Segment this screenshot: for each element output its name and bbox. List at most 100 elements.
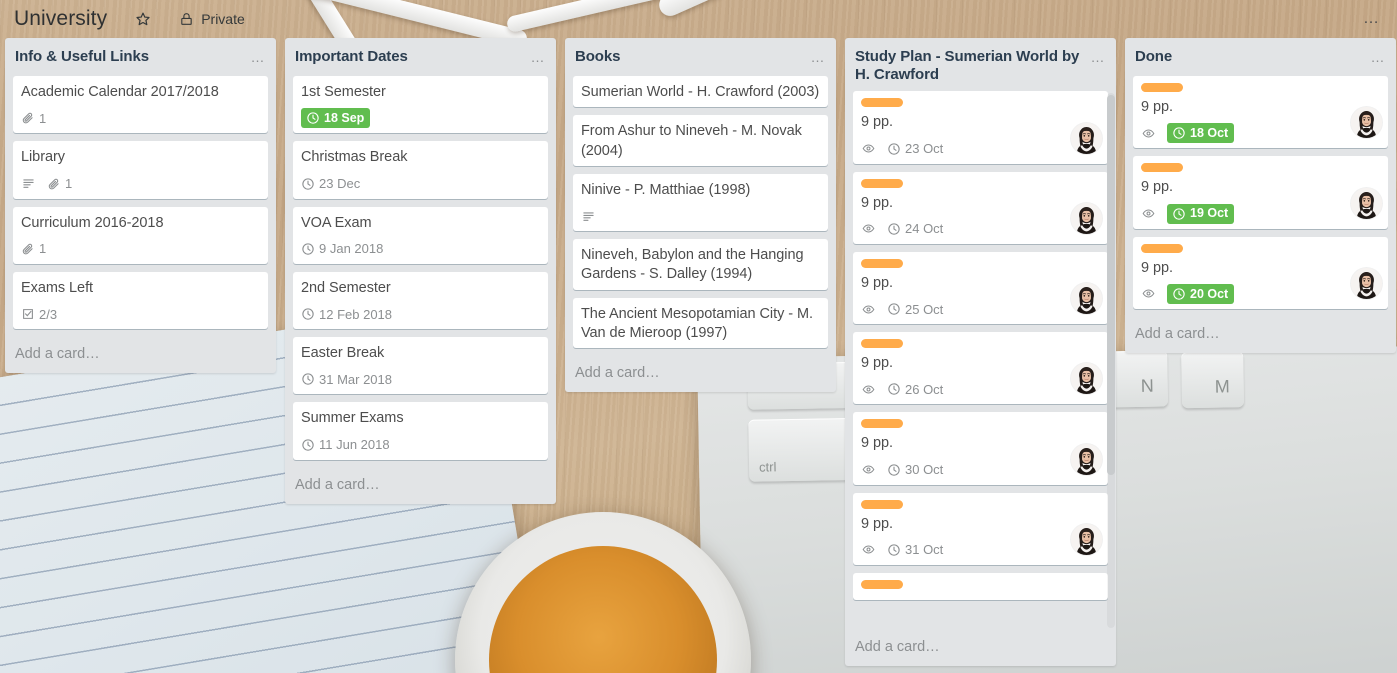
list-menu-button[interactable]: … xyxy=(1089,48,1109,64)
card-badge-text: 18 Oct xyxy=(1190,126,1229,141)
board-menu-button[interactable]: … xyxy=(1357,7,1387,31)
card-badges: 26 Oct xyxy=(861,363,1102,399)
card-badges: 30 Oct xyxy=(861,443,1102,480)
card[interactable]: 1st Semester 18 Sep xyxy=(293,76,548,134)
list-title[interactable]: Study Plan - Sumerian World by H. Crawfo… xyxy=(855,48,1083,83)
card[interactable]: Curriculum 2016-2018 1 xyxy=(13,206,268,264)
avatar[interactable] xyxy=(1071,202,1102,234)
avatar[interactable] xyxy=(1071,283,1102,315)
card-badges: 1 xyxy=(21,239,260,259)
card-label-orange[interactable] xyxy=(861,258,903,268)
list-title[interactable]: Done xyxy=(1135,48,1363,66)
card[interactable]: 2nd Semester 12 Feb 2018 xyxy=(293,271,548,330)
card-title: 9 pp. xyxy=(861,194,893,211)
card-badges: 23 Dec xyxy=(301,174,540,194)
card-badge-attachment: 1 xyxy=(47,177,72,191)
avatar[interactable] xyxy=(1071,363,1102,395)
add-card-button[interactable]: Add a card… xyxy=(285,468,556,504)
card-label-orange[interactable] xyxy=(1141,83,1183,92)
card-label-orange[interactable] xyxy=(861,178,903,188)
add-card-button[interactable]: Add a card… xyxy=(5,337,276,373)
card[interactable]: From Ashur to Nineveh - M. Novak (2004) xyxy=(573,115,828,166)
list-title[interactable]: Books xyxy=(575,48,803,66)
card-badge-due: 31 Oct xyxy=(887,543,943,557)
card-label-orange[interactable] xyxy=(1141,163,1183,173)
card-label-orange[interactable] xyxy=(861,339,903,349)
card[interactable]: Easter Break 31 Mar 2018 xyxy=(293,337,548,395)
list-title[interactable]: Important Dates xyxy=(295,48,523,66)
board-lists-container: Info & Useful Links … Academic Calendar 20… xyxy=(0,38,1397,673)
list-scrollbar-thumb[interactable] xyxy=(1107,95,1115,476)
board-title[interactable]: University xyxy=(14,7,107,31)
card[interactable]: Academic Calendar 2017/2018 1 xyxy=(13,76,268,134)
card[interactable]: 9 pp. 24 Oct xyxy=(853,171,1108,244)
card-badge-text: 24 Oct xyxy=(905,221,944,237)
card-title: Easter Break xyxy=(301,345,385,362)
card[interactable]: VOA Exam 9 Jan 2018 xyxy=(293,206,548,264)
avatar[interactable] xyxy=(1071,443,1102,475)
card-badges: 18 Sep xyxy=(301,108,540,129)
list-menu-button[interactable]: … xyxy=(809,48,829,64)
card[interactable]: Exams Left 2/3 xyxy=(13,271,268,330)
card-badge-watch xyxy=(861,463,876,476)
card-badge-due: 31 Mar 2018 xyxy=(301,372,392,386)
card-badge-due-green: 18 Sep xyxy=(301,108,371,129)
card[interactable]: 9 pp. 26 Oct xyxy=(853,332,1108,405)
avatar[interactable] xyxy=(1351,267,1382,299)
card[interactable]: 9 pp. 23 Oct xyxy=(853,91,1108,164)
card-badges: 2/3 xyxy=(21,304,260,324)
list-title[interactable]: Info & Useful Links xyxy=(15,48,243,66)
card-title: 9 pp. xyxy=(861,355,893,372)
card-badge-due: 30 Oct xyxy=(887,463,943,477)
card-badge-due: 9 Jan 2018 xyxy=(301,242,383,256)
star-board-button[interactable] xyxy=(129,8,157,30)
card-label-orange[interactable] xyxy=(1141,243,1183,253)
card[interactable]: Library 1 xyxy=(13,141,268,199)
card-label-orange[interactable] xyxy=(861,419,903,429)
card[interactable]: 9 pp. 31 Oct xyxy=(853,492,1108,565)
card-badge-attachment: 1 xyxy=(21,242,46,256)
list-header: Study Plan - Sumerian World by H. Crawfo… xyxy=(845,38,1116,91)
board-visibility-button[interactable]: Private xyxy=(173,8,251,30)
avatar[interactable] xyxy=(1071,523,1102,555)
list-menu-button[interactable]: … xyxy=(1369,48,1389,64)
add-card-button[interactable]: Add a card… xyxy=(565,356,836,392)
avatar[interactable] xyxy=(1351,107,1382,139)
card-label-orange[interactable] xyxy=(861,98,903,108)
card[interactable]: Summer Exams 11 Jun 2018 xyxy=(293,402,548,460)
card-title: 9 pp. xyxy=(861,114,893,131)
card[interactable]: Nineveh, Babylon and the Hanging Gardens… xyxy=(573,239,828,290)
card-label-orange[interactable] xyxy=(861,579,903,589)
card[interactable]: 9 pp. 19 Oct xyxy=(1133,156,1388,229)
card[interactable]: 9 pp. 25 Oct xyxy=(853,251,1108,325)
card-badge-text: 23 Oct xyxy=(905,141,944,157)
avatar[interactable] xyxy=(1071,122,1102,154)
card[interactable]: Sumerian World - H. Crawford (2003) xyxy=(573,76,828,108)
card-title: 9 pp. xyxy=(1141,179,1173,196)
list-cards: 1st Semester 18 Sep Christmas Break 23 Dec V… xyxy=(285,76,556,468)
list-menu-button[interactable]: … xyxy=(529,48,549,64)
card[interactable]: Ninive - P. Matthiae (1998) xyxy=(573,173,828,232)
card-badges: 18 Oct xyxy=(1141,107,1382,144)
add-card-button[interactable]: Add a card… xyxy=(1125,317,1396,353)
card-title: 1st Semester xyxy=(301,84,386,100)
add-card-button[interactable]: Add a card… xyxy=(845,630,1116,666)
card[interactable]: 9 pp. 30 Oct xyxy=(853,412,1108,485)
card-label-orange[interactable] xyxy=(861,499,903,509)
card[interactable]: 9 pp. 20 Oct xyxy=(1133,236,1388,309)
card[interactable] xyxy=(853,572,1108,600)
card[interactable]: Christmas Break 23 Dec xyxy=(293,141,548,199)
list-header: Important Dates … xyxy=(285,38,556,76)
card[interactable]: 9 pp. 18 Oct xyxy=(1133,76,1388,149)
card-badge-watch xyxy=(1141,287,1156,300)
lock-icon xyxy=(179,11,194,27)
card-badge-watch xyxy=(1141,207,1156,220)
card-badge-text: 30 Oct xyxy=(905,462,944,478)
card-badges: 1 xyxy=(21,174,260,194)
card[interactable]: The Ancient Mesopotamian City - M. Van d… xyxy=(573,297,828,349)
card-badge-due: 25 Oct xyxy=(887,302,943,316)
avatar[interactable] xyxy=(1351,187,1382,219)
list-menu-button[interactable]: … xyxy=(249,48,269,64)
card-badges: 25 Oct xyxy=(861,283,1102,319)
card-badge-text: 9 Jan 2018 xyxy=(319,241,384,257)
